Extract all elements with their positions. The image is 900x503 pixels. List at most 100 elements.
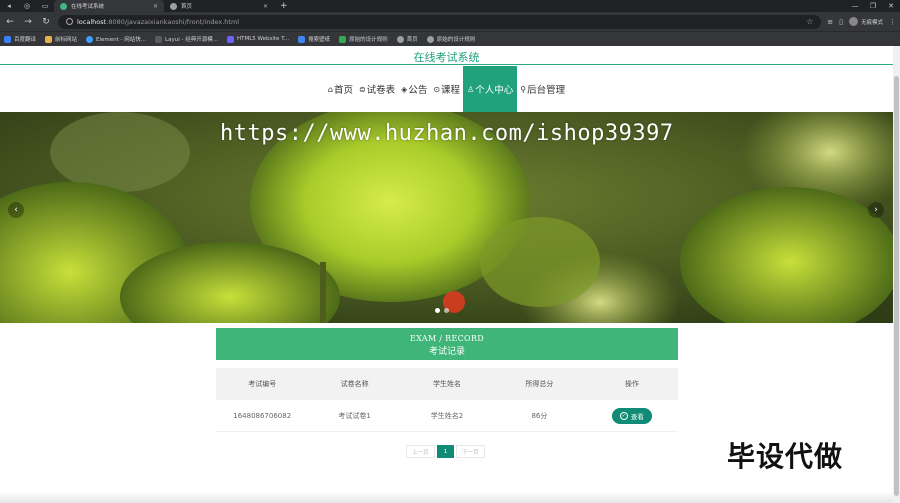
url-input[interactable]: localhost:8080/javazaixiankaoshi/front/i… [58,14,822,29]
reload-icon[interactable]: ↻ [40,17,52,27]
section-title-en: EXAM / RECORD [410,334,484,343]
column-header: 试卷名称 [340,380,369,388]
close-icon[interactable]: ✕ [263,3,268,10]
globe-icon [426,35,434,43]
scrollbar-thumb[interactable] [894,76,899,496]
action-cell: ✓ 查看 [586,407,678,424]
bookmark-item[interactable]: 原始的设计规则 [426,35,475,43]
exam-record-table: 考试编号 试卷名称 学生姓名 所得总分 操作 1648086706082 考试试… [216,368,678,432]
prev-page-button[interactable]: 上一页 [406,445,435,458]
home-icon: ⌂ [327,84,333,94]
table-row: 1648086706082 考试试卷1 学生姓名2 86分 ✓ 查看 [216,400,678,432]
next-page-button[interactable]: 下一页 [456,445,485,458]
site-header: 在线考试系统 [0,46,893,65]
table-header: 考试编号 试卷名称 学生姓名 所得总分 操作 [216,368,678,400]
bookmark-item[interactable]: Element - 网站快... [86,35,146,43]
column-header: 操作 [624,380,639,388]
tab-title: 在线考试系统 [71,4,105,10]
maximize-icon[interactable]: ❐ [864,0,882,12]
column-header: 考试编号 [248,380,277,388]
bookmark-item[interactable]: 搜索壁纸 [298,35,330,43]
close-icon[interactable]: ✕ [153,3,158,10]
url-host: localhost [77,17,107,26]
bookmark-favicon-icon [339,35,347,43]
link-icon: ⚲ [520,84,527,94]
bookmark-star-icon[interactable]: ☆ [806,17,813,26]
bookmark-favicon-icon [4,35,11,43]
nav-item-notice[interactable]: ◈ 公告 [398,66,430,112]
reading-list-icon[interactable]: ≡ [827,18,833,26]
new-tab-icon[interactable]: + [274,1,294,11]
paper-name-cell: 考试试卷1 [338,411,371,420]
tab-exam-system[interactable]: 在线考试系统 ✕ [54,0,164,12]
carousel-dot[interactable] [435,308,440,313]
page-viewport: 在线考试系统 ⌂ 首页 ⊜ 试卷表 ◈ 公告 ⊙ 课程 ♙ 个人中心 ⚲ 后台管… [0,46,900,503]
bookmark-favicon-icon [155,35,163,43]
menu-dots-icon[interactable]: ⋮ [889,18,896,26]
site-title: 在线考试系统 [413,51,480,64]
user-icon: ♙ [467,84,475,94]
bookmark-item[interactable]: Layui - 经典开源模... [155,35,218,43]
carousel-prev-icon[interactable]: ‹ [8,202,24,218]
nav-item-home[interactable]: ⌂ 首页 [325,66,356,112]
back-arrow-icon[interactable]: ← [4,17,16,27]
tab-home[interactable]: 首页 ✕ [164,0,274,12]
hero-carousel[interactable]: https://www.huzhan.com/ishop39397 ‹ › [0,112,893,323]
tab-overview-icon[interactable]: ▭ [36,0,54,12]
notice-icon: ◈ [401,84,408,94]
workspace-icon[interactable]: ◎ [18,0,36,12]
exam-number-cell: 1648086706082 [233,411,292,420]
profile-label: 无痕模式 [860,19,883,26]
nav-item-personal-center[interactable]: ♙ 个人中心 [463,66,518,112]
bookmark-item[interactable]: 原始的设计规则 [339,35,388,43]
overlay-ad-text: 毕设代做 [727,440,844,473]
carousel-next-icon[interactable]: › [868,202,884,218]
view-button[interactable]: ✓ 查看 [611,407,652,424]
tab-strip: ◂ ◎ ▭ 在线考试系统 ✕ 首页 ✕ + — ❐ ✕ [0,0,900,12]
split-view-icon[interactable]: ▯ [839,18,843,26]
bottom-gradient [0,491,893,503]
carousel-dot[interactable] [444,308,449,313]
incognito-avatar-icon [848,17,858,26]
minimize-icon[interactable]: — [846,0,864,12]
site-info-icon[interactable] [66,18,73,25]
score-cell: 86分 [531,411,548,420]
address-bar: ← → ↻ localhost:8080/javazaixiankaoshi/f… [0,12,900,31]
paper-icon: ⊜ [358,84,366,94]
course-icon: ⊙ [433,84,441,94]
page-number-button[interactable]: 1 [437,445,454,458]
page-scrollbar[interactable] [893,46,900,503]
bookmark-favicon-icon [86,35,94,43]
bookmark-item[interactable]: 前标网站 [45,35,77,43]
watermark-url: https://www.huzhan.com/ishop39397 [220,121,674,146]
nav-item-admin[interactable]: ⚲ 后台管理 [517,66,568,112]
profile-button[interactable]: 无痕模式 [848,17,883,26]
carousel-indicators [435,308,449,313]
column-header: 所得总分 [525,380,554,388]
nav-item-papers[interactable]: ⊜ 试卷表 [356,66,398,112]
pagination: 上一页 1 下一页 [406,445,485,458]
bookmark-item[interactable]: HTML5 Website T... [226,35,289,43]
browser-chrome: ◂ ◎ ▭ 在线考试系统 ✕ 首页 ✕ + — ❐ ✕ ← → ↻ localh… [0,0,900,46]
window-menu: ◂ ◎ ▭ [0,0,54,12]
bookmark-favicon-icon [226,35,234,43]
forward-arrow-icon[interactable]: → [22,17,34,27]
check-circle-icon: ✓ [619,411,628,420]
section-title-cn: 考试记录 [428,347,465,357]
globe-icon [170,2,177,10]
column-header: 学生姓名 [433,380,462,388]
nav-item-course[interactable]: ⊙ 课程 [430,66,463,112]
back-history-icon[interactable]: ◂ [0,0,18,12]
bookmarks-bar: 百度翻译 前标网站 Element - 网站快... Layui - 经典开源模… [0,31,900,46]
section-header: EXAM / RECORD 考试记录 [216,328,678,360]
toolbar-right: ≡ ▯ 无痕模式 ⋮ [827,17,896,26]
bookmark-item[interactable]: 百度翻译 [4,35,36,43]
window-controls: — ❐ ✕ [846,0,900,12]
view-button-label: 查看 [630,412,644,421]
bookmark-item[interactable]: 首页 [396,35,418,43]
main-nav: ⌂ 首页 ⊜ 试卷表 ◈ 公告 ⊙ 课程 ♙ 个人中心 ⚲ 后台管理 [0,66,893,112]
folder-icon [45,35,53,43]
bookmark-favicon-icon [298,35,306,43]
close-window-icon[interactable]: ✕ [882,0,900,12]
tab-title: 首页 [181,4,193,10]
